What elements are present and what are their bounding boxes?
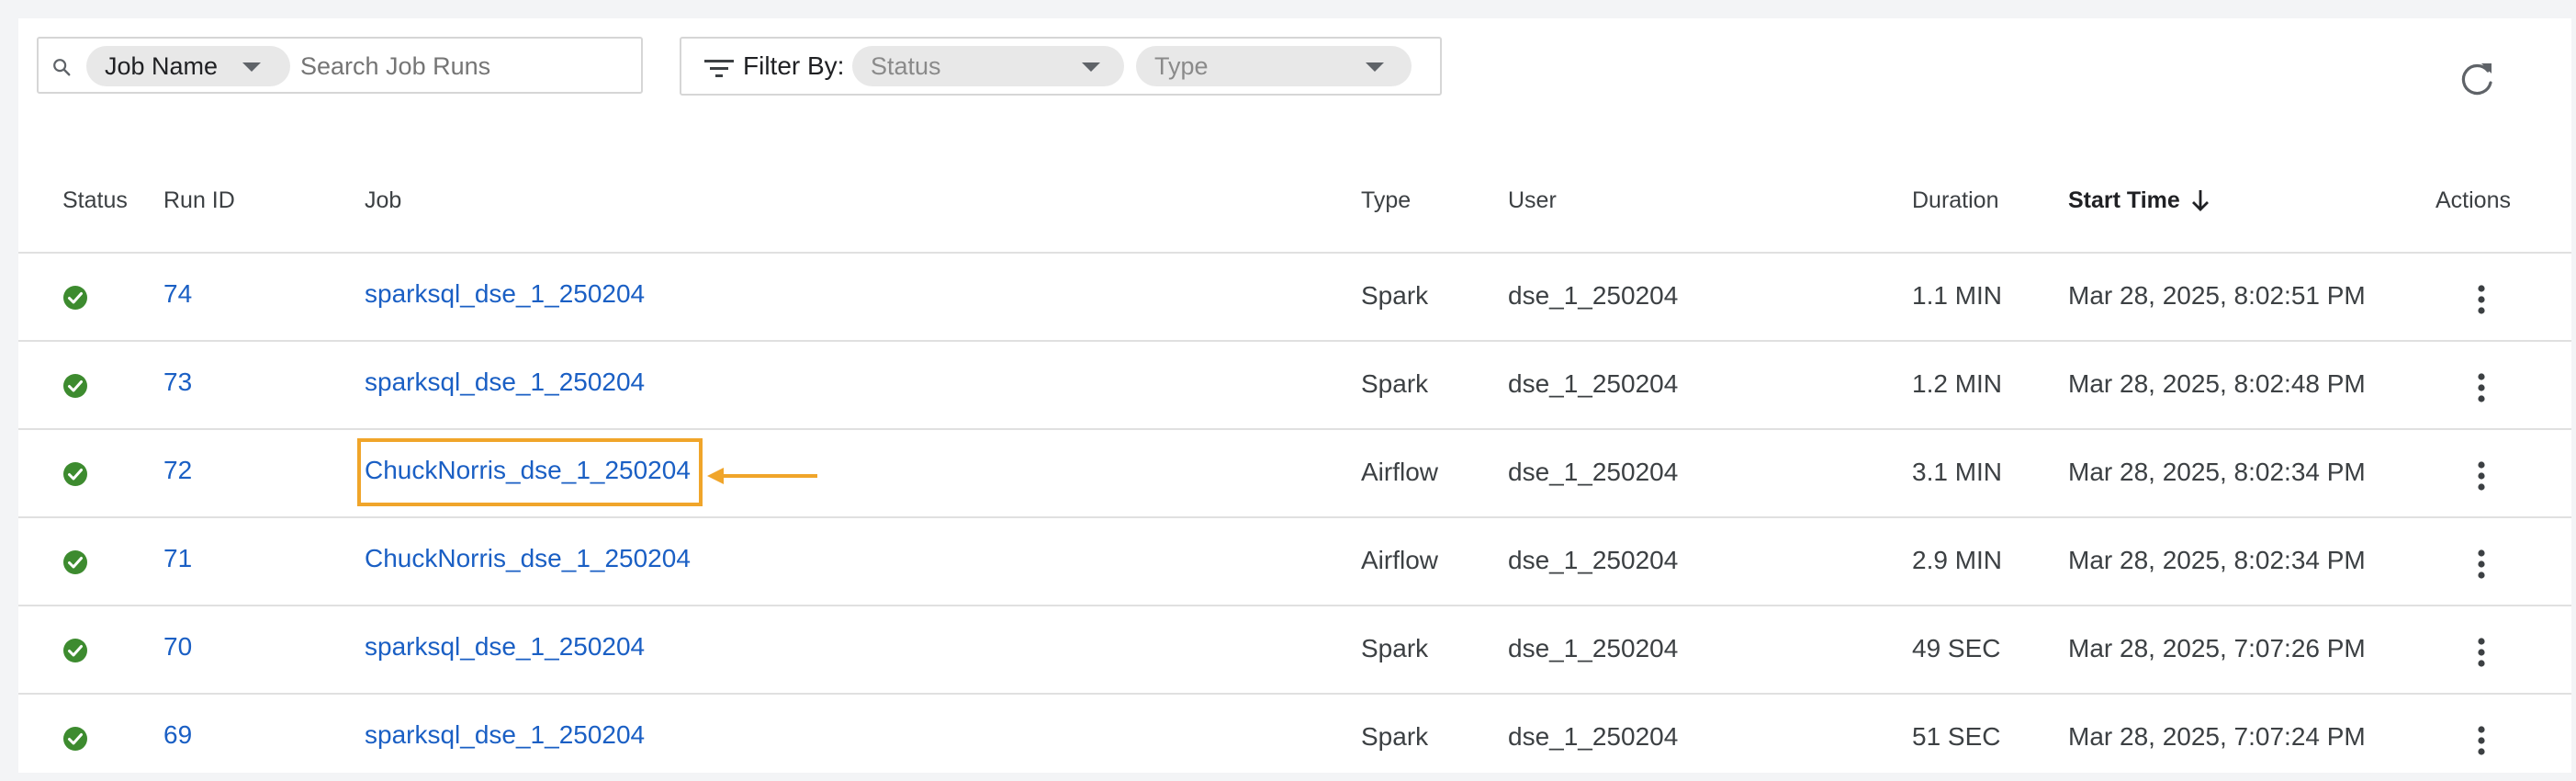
check-circle-icon [63, 639, 87, 662]
job-name-link[interactable]: sparksql_dse_1_250204 [365, 719, 645, 752]
start-time-cell: Mar 28, 2025, 7:07:26 PM [2068, 634, 2366, 662]
type-cell: Airflow [1361, 458, 1439, 486]
arrow-left-icon [707, 468, 817, 484]
job-name-link[interactable]: ChuckNorris_dse_1_250204 [365, 454, 691, 487]
type-filter-dropdown[interactable]: Type [1136, 46, 1412, 86]
start-time-cell: Mar 28, 2025, 8:02:51 PM [2068, 281, 2366, 310]
column-header-start-time[interactable]: Start Time [2068, 186, 2180, 215]
user-cell: dse_1_250204 [1508, 369, 1679, 398]
kebab-menu-icon[interactable] [2463, 456, 2500, 496]
table-row: 70 sparksql_dse_1_250204 Spark dse_1_250204… [18, 605, 2571, 693]
kebab-menu-icon[interactable] [2463, 632, 2500, 673]
start-time-cell: Mar 28, 2025, 8:02:34 PM [2068, 458, 2366, 486]
run-id-link[interactable]: 72 [163, 454, 192, 487]
column-header-run-id[interactable]: Run ID [163, 186, 235, 215]
start-time-cell: Mar 28, 2025, 8:02:48 PM [2068, 369, 2366, 398]
check-circle-icon [63, 286, 87, 310]
table-row: 71 ChuckNorris_dse_1_250204 Airflow dse_1_2… [18, 516, 2571, 605]
refresh-icon[interactable] [2454, 55, 2500, 101]
kebab-menu-icon[interactable] [2463, 368, 2500, 408]
search-box: Job Name [37, 37, 643, 94]
filter-icon [704, 60, 734, 77]
column-header-type[interactable]: Type [1361, 186, 1411, 215]
column-header-job[interactable]: Job [365, 186, 401, 215]
search-input[interactable] [300, 47, 631, 85]
check-circle-icon [63, 550, 87, 574]
column-header-actions: Actions [2435, 187, 2511, 213]
duration-cell: 1.2 MIN [1912, 369, 2003, 398]
column-header-duration[interactable]: Duration [1912, 186, 1999, 215]
kebab-menu-icon[interactable] [2463, 720, 2500, 761]
table-row: 74 sparksql_dse_1_250204 Spark dse_1_250204… [18, 252, 2571, 340]
start-time-cell: Mar 28, 2025, 8:02:34 PM [2068, 546, 2366, 574]
run-id-link[interactable]: 69 [163, 719, 192, 752]
filter-bar: Filter By: Status Type [680, 37, 1442, 96]
check-circle-icon [63, 727, 87, 751]
job-name-link[interactable]: ChuckNorris_dse_1_250204 [365, 542, 691, 575]
type-cell: Airflow [1361, 546, 1439, 574]
column-header-status[interactable]: Status [62, 186, 128, 215]
user-cell: dse_1_250204 [1508, 634, 1679, 662]
check-circle-icon [63, 462, 87, 486]
job-name-link[interactable]: sparksql_dse_1_250204 [365, 366, 645, 399]
table-row: 73 sparksql_dse_1_250204 Spark dse_1_250204… [18, 340, 2571, 428]
run-id-link[interactable]: 71 [163, 542, 192, 575]
user-cell: dse_1_250204 [1508, 281, 1679, 310]
status-filter-placeholder: Status [871, 52, 941, 80]
search-field-selector[interactable]: Job Name [86, 46, 290, 86]
duration-cell: 51 SEC [1912, 722, 2001, 751]
status-filter-dropdown[interactable]: Status [852, 46, 1124, 86]
check-circle-icon [63, 374, 87, 398]
type-cell: Spark [1361, 281, 1429, 310]
duration-cell: 1.1 MIN [1912, 281, 2003, 310]
kebab-menu-icon[interactable] [2463, 279, 2500, 320]
kebab-menu-icon[interactable] [2463, 544, 2500, 584]
duration-cell: 3.1 MIN [1912, 458, 2003, 486]
run-id-link[interactable]: 73 [163, 366, 192, 399]
duration-cell: 49 SEC [1912, 634, 2001, 662]
duration-cell: 2.9 MIN [1912, 546, 2003, 574]
chevron-down-icon [242, 62, 261, 72]
user-cell: dse_1_250204 [1508, 546, 1679, 574]
chevron-down-icon [1082, 62, 1100, 72]
type-filter-placeholder: Type [1154, 52, 1209, 80]
run-id-link[interactable]: 74 [163, 277, 192, 311]
table-row: 69 sparksql_dse_1_250204 Spark dse_1_250204… [18, 693, 2571, 781]
user-cell: dse_1_250204 [1508, 458, 1679, 486]
type-cell: Spark [1361, 634, 1429, 662]
table-row: 72 ChuckNorris_dse_1_250204 Airflow dse_1_2… [18, 428, 2571, 516]
run-id-link[interactable]: 70 [163, 630, 192, 663]
column-header-user[interactable]: User [1508, 186, 1557, 215]
job-name-link[interactable]: sparksql_dse_1_250204 [365, 277, 645, 311]
type-cell: Spark [1361, 722, 1429, 751]
arrow-down-icon[interactable] [2190, 187, 2210, 213]
job-name-link[interactable]: sparksql_dse_1_250204 [365, 630, 645, 663]
filter-label: Filter By: [743, 51, 845, 80]
search-field-label: Job Name [105, 52, 219, 80]
start-time-cell: Mar 28, 2025, 7:07:24 PM [2068, 722, 2366, 751]
type-cell: Spark [1361, 369, 1429, 398]
chevron-down-icon [1366, 62, 1384, 72]
user-cell: dse_1_250204 [1508, 722, 1679, 751]
search-icon [53, 59, 71, 76]
